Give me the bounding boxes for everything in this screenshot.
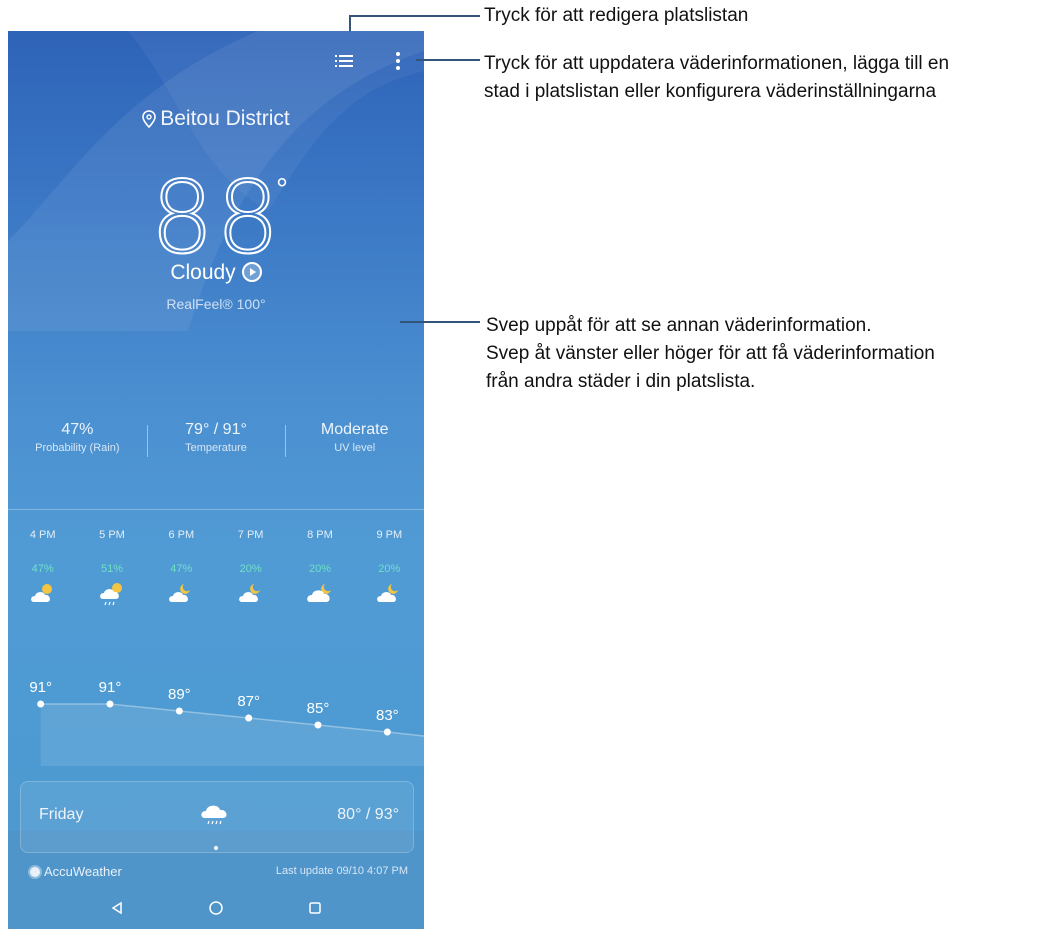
hour-column: 4 PM 47% — [8, 529, 77, 607]
callout-line-list-drop — [349, 15, 351, 31]
last-update-text: Last update 09/10 4:07 PM — [275, 865, 408, 877]
location-pin-icon — [142, 110, 157, 134]
hourly-temperature-graph: 91° 91° 89° 87° 85° 83° — [29, 679, 424, 766]
stat-uv-level: Moderate UV level — [285, 421, 424, 457]
temperature-point — [383, 728, 391, 736]
temperature-point — [245, 714, 253, 722]
cloud-sun-rain-icon — [77, 581, 146, 607]
hourly-forecast[interactable]: 4 PM 47% 5 PM 51% 6 PM 47% 7 PM 20% 8 PM… — [8, 529, 424, 607]
realfeel-text: RealFeel® 100° — [166, 296, 266, 312]
callout-line-list — [349, 15, 480, 17]
hour-time: 7 PM — [237, 529, 264, 541]
play-icon[interactable] — [241, 262, 262, 282]
hour-column: 5 PM 51% — [77, 529, 146, 607]
stat-label: Temperature — [185, 442, 247, 454]
stat-label: Probability (Rain) — [35, 442, 120, 454]
temperature-point — [314, 721, 322, 729]
callout-swipe-line2: Svep åt vänster eller höger för att få v… — [486, 343, 935, 364]
temperature-label: 83° — [376, 707, 399, 724]
temperature-point — [175, 707, 183, 715]
callout-list-note: Tryck för att redigera platslistan — [484, 5, 749, 26]
callout-menu-line2: stad i platslistan eller konfigurera väd… — [484, 81, 937, 102]
hour-time: 4 PM — [29, 529, 56, 541]
daily-day: Friday — [39, 806, 84, 823]
condition-text: Cloudy — [170, 261, 236, 284]
hour-column: 8 PM 20% — [285, 529, 354, 607]
hour-column: 7 PM 20% — [216, 529, 285, 607]
accuweather-logo[interactable]: AccuWeather — [30, 864, 122, 879]
cloudy-night-icon — [285, 581, 354, 607]
hour-precip: 47% — [31, 563, 54, 575]
list-icon[interactable] — [332, 49, 356, 73]
callout-swipe-note: Svep uppåt för att se annan väderinforma… — [486, 312, 935, 396]
hour-column: 9 PM 20% — [355, 529, 424, 607]
temperature-label: 91° — [29, 679, 52, 696]
recent-apps-icon[interactable] — [303, 896, 327, 920]
temperature-label: 91° — [99, 679, 122, 696]
stat-rain-probability: 47% Probability (Rain) — [8, 421, 147, 454]
more-vert-icon[interactable] — [386, 49, 410, 73]
hour-precip: 47% — [170, 563, 193, 575]
location-title: Beitou District — [8, 107, 424, 134]
degree-symbol: ° — [276, 173, 288, 206]
page-indicator-dot — [214, 846, 218, 850]
temperature-label: 85° — [307, 700, 330, 717]
section-divider — [8, 509, 424, 510]
partly-cloudy-night-icon — [147, 581, 216, 607]
hour-precip: 51% — [100, 563, 123, 575]
temperature-value: 88 — [149, 158, 282, 277]
hour-time: 6 PM — [168, 529, 195, 541]
stat-value: Moderate — [320, 421, 389, 438]
callout-swipe-line3: från andra städer i din platslista. — [486, 371, 756, 392]
rain-cloud-icon — [199, 800, 231, 833]
stats-row: 47% Probability (Rain) 79° / 91° Tempera… — [8, 421, 424, 457]
accuweather-brand: AccuWeather — [44, 864, 122, 879]
current-temperature: 88 ° — [8, 158, 424, 277]
temperature-point — [37, 700, 45, 708]
accuweather-sun-icon — [30, 866, 40, 877]
partly-cloudy-sun-icon — [8, 581, 77, 607]
temperature-area — [40, 704, 424, 766]
weather-app-screen[interactable]: Beitou District 88 ° Cloudy RealFeel® 10… — [8, 31, 424, 929]
daily-forecast-card[interactable]: Friday 80° / 93° — [20, 781, 414, 853]
hour-time: 8 PM — [307, 529, 333, 541]
hour-precip: 20% — [239, 563, 262, 575]
temperature-label: 89° — [168, 686, 191, 703]
hour-column: 6 PM 47% — [147, 529, 216, 607]
home-icon[interactable] — [204, 896, 228, 920]
stat-value: 79° / 91° — [185, 421, 247, 438]
callout-menu-note: Tryck för att uppdatera väderinformation… — [484, 50, 949, 106]
back-icon[interactable] — [105, 896, 129, 920]
stat-value: 47% — [61, 421, 94, 438]
stat-label: UV level — [334, 442, 376, 454]
hour-precip: 20% — [378, 563, 401, 575]
callout-line-swipe — [400, 321, 480, 323]
system-nav-bar — [8, 896, 424, 920]
temperature-label: 87° — [237, 693, 260, 710]
hour-precip: 20% — [308, 563, 331, 575]
partly-cloudy-night-icon — [216, 581, 285, 607]
hour-time: 5 PM — [99, 529, 125, 541]
temperature-point — [106, 700, 114, 708]
hour-time: 9 PM — [376, 529, 403, 541]
callout-menu-line1: Tryck för att uppdatera väderinformation… — [484, 53, 950, 74]
daily-range: 80° / 93° — [337, 806, 399, 823]
condition: Cloudy — [8, 261, 424, 285]
partly-cloudy-night-icon — [355, 581, 424, 607]
location-name: Beitou District — [160, 107, 290, 130]
callout-line-menu — [416, 59, 480, 61]
stat-temperature: 79° / 91° Temperature — [146, 421, 286, 457]
callout-swipe-line1: Svep uppåt för att se annan väderinforma… — [486, 315, 872, 336]
